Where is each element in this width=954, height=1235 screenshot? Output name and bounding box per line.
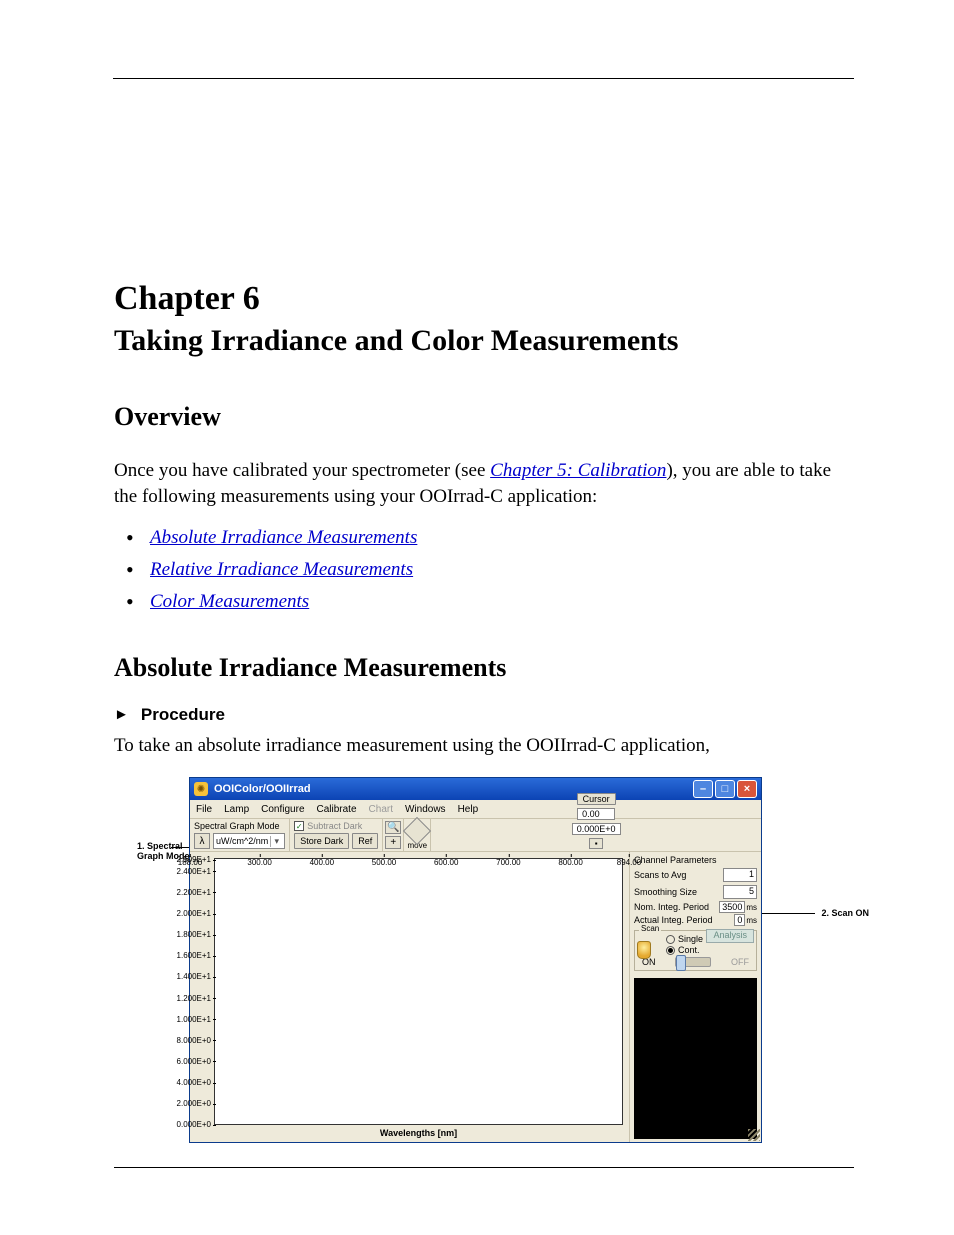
x-tick: 800.00 (558, 858, 582, 867)
x-tick: 188.00 (178, 858, 202, 867)
plot-canvas[interactable]: 0.000E+02.000E+04.000E+06.000E+08.000E+0… (214, 858, 623, 1125)
intro-prefix: Once you have calibrated your spectromet… (114, 460, 490, 481)
scan-toggle[interactable] (675, 957, 711, 967)
chapter-title: Taking Irradiance and Color Measurements (114, 324, 854, 358)
y-tick: 0.000E+0 (177, 1120, 211, 1129)
x-tick: 400.00 (310, 858, 334, 867)
menubar: File Lamp Configure Calibrate Chart Wind… (190, 800, 761, 818)
cursor-y: 0.000E+0 (572, 823, 621, 835)
nom-integ-field[interactable]: 3500 (719, 901, 745, 913)
y-tick: 1.600E+1 (177, 951, 211, 960)
menu-help[interactable]: Help (458, 804, 479, 815)
page-rule-bottom (114, 1167, 854, 1168)
nom-integ-label: Nom. Integ. Period (634, 902, 709, 912)
chevron-down-icon: ▾ (270, 836, 282, 847)
window-title: OOIColor/OOIIrrad (214, 783, 693, 795)
single-radio[interactable] (666, 935, 675, 944)
link-absolute-irradiance[interactable]: Absolute Irradiance Measurements (150, 527, 417, 548)
measurement-list: Absolute Irradiance Measurements Relativ… (114, 527, 854, 613)
subtract-dark-checkbox[interactable]: ✓ (294, 821, 304, 831)
scans-to-avg-label: Scans to Avg (634, 870, 686, 880)
subtract-dark-label: Subtract Dark (307, 821, 362, 831)
link-relative-irradiance[interactable]: Relative Irradiance Measurements (150, 559, 413, 580)
y-tick: 2.200E+1 (177, 888, 211, 897)
callout-line (171, 847, 189, 848)
overview-heading: Overview (114, 402, 854, 432)
cursor-style-icon[interactable]: ▪ (589, 838, 603, 849)
intro-paragraph: Once you have calibrated your spectromet… (114, 458, 854, 509)
callout-right: 2. Scan ON (821, 908, 869, 918)
menu-file[interactable]: File (196, 804, 212, 815)
scan-group: Scan Analysis Single Cont. ON OFF (634, 930, 757, 971)
x-tick: 600.00 (434, 858, 458, 867)
minimize-button[interactable]: – (693, 780, 713, 798)
list-item: Relative Irradiance Measurements (150, 559, 854, 581)
cont-radio[interactable] (666, 946, 675, 955)
titlebar[interactable]: ✺ OOIColor/OOIIrrad – □ × (190, 778, 761, 800)
cursor-button[interactable]: Cursor (577, 793, 616, 805)
arrow-icon: ► (114, 707, 129, 724)
list-item: Color Measurements (150, 591, 854, 613)
menu-calibrate[interactable]: Calibrate (317, 804, 357, 815)
resize-handle[interactable] (748, 1129, 760, 1141)
y-tick: 2.000E+0 (177, 1099, 211, 1108)
y-tick: 1.200E+1 (177, 994, 211, 1003)
y-tick: 2.000E+1 (177, 909, 211, 918)
menu-lamp[interactable]: Lamp (224, 804, 249, 815)
y-tick: 6.000E+0 (177, 1057, 211, 1066)
crosshair-icon[interactable]: + (385, 836, 401, 849)
section-heading: Absolute Irradiance Measurements (114, 653, 854, 683)
menu-configure[interactable]: Configure (261, 804, 304, 815)
y-tick: 1.400E+1 (177, 972, 211, 981)
x-tick: 500.00 (372, 858, 396, 867)
list-item: Absolute Irradiance Measurements (150, 527, 854, 549)
graph-mode-label: Spectral Graph Mode (194, 821, 285, 831)
scans-to-avg-field[interactable]: 1 (723, 868, 757, 882)
graph-mode-value: uW/cm^2/nm (216, 836, 268, 846)
graph-mode-dropdown[interactable]: uW/cm^2/nm ▾ (213, 833, 285, 849)
y-tick: 1.800E+1 (177, 930, 211, 939)
smoothing-field[interactable]: 5 (723, 885, 757, 899)
procedure-text: To take an absolute irradiance measureme… (114, 735, 854, 757)
link-color-measurements[interactable]: Color Measurements (150, 591, 309, 612)
menu-chart: Chart (369, 804, 393, 815)
calibration-link[interactable]: Chapter 5: Calibration (490, 460, 666, 481)
procedure-label: Procedure (141, 705, 225, 725)
x-tick: 700.00 (496, 858, 520, 867)
smoothing-label: Smoothing Size (634, 887, 697, 897)
procedure-row: ► Procedure (114, 705, 854, 725)
ref-button[interactable]: Ref (352, 833, 378, 849)
x-ticks: 188.00300.00400.00500.00600.00700.00800.… (190, 858, 629, 872)
x-tick: 894.00 (617, 858, 641, 867)
plot-area: uW/cm^2/nm 0.000E+02.000E+04.000E+06.000… (190, 852, 629, 1142)
toolbar: Spectral Graph Mode λ uW/cm^2/nm ▾ ✓Subt… (190, 818, 761, 852)
cursor-x: 0.00 (577, 808, 615, 820)
menu-windows[interactable]: Windows (405, 804, 446, 815)
lamp-icon (637, 941, 651, 959)
page-rule-top (113, 78, 854, 79)
actual-integ-field: 0 (734, 914, 745, 926)
close-button[interactable]: × (737, 780, 757, 798)
analysis-button[interactable]: Analysis (706, 929, 754, 943)
y-tick: 1.000E+1 (177, 1015, 211, 1024)
x-axis-label: Wavelengths [nm] (214, 1127, 623, 1138)
y-tick: 8.000E+0 (177, 1036, 211, 1045)
graph-mode-icon[interactable]: λ (194, 833, 210, 849)
off-label: OFF (731, 957, 749, 967)
app-window: ✺ OOIColor/OOIIrrad – □ × File Lamp Conf… (189, 777, 762, 1143)
zoom-icon[interactable]: 🔍 (385, 821, 401, 834)
panel-title: Channel Parameters (634, 855, 757, 865)
maximize-button[interactable]: □ (715, 780, 735, 798)
preview-box (634, 978, 757, 1139)
app-icon: ✺ (194, 782, 208, 796)
store-dark-button[interactable]: Store Dark (294, 833, 349, 849)
x-tick: 300.00 (247, 858, 271, 867)
channel-parameters-panel: Channel Parameters Scans to Avg 1 Smoothi… (629, 852, 761, 1142)
y-tick: 4.000E+0 (177, 1078, 211, 1087)
chapter-number: Chapter 6 (114, 280, 854, 318)
document-body: Chapter 6 Taking Irradiance and Color Me… (114, 280, 854, 775)
scan-legend: Scan (639, 924, 661, 933)
